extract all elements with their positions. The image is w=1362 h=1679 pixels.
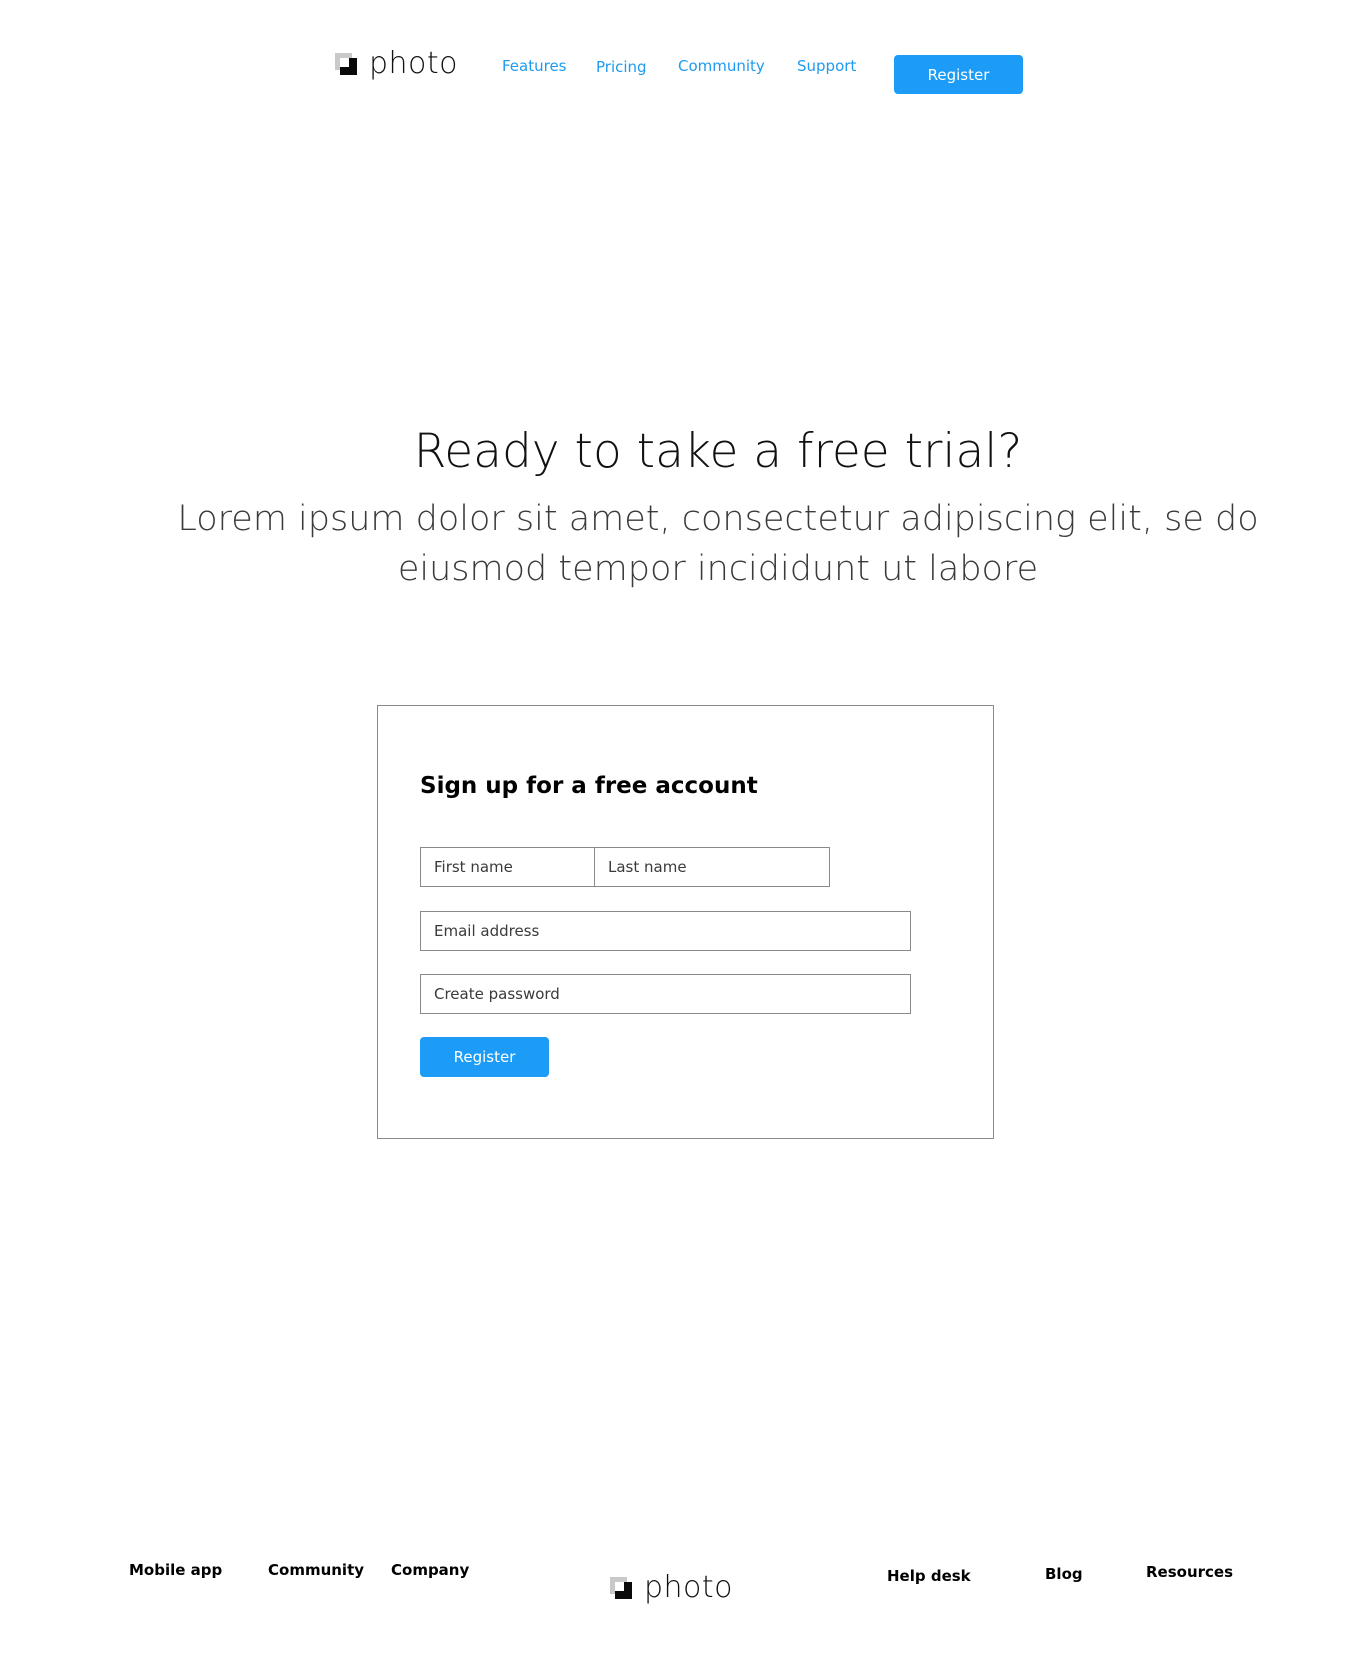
logo-icon (335, 52, 357, 75)
logo-text: photo (369, 46, 459, 81)
nav-link-support[interactable]: Support (797, 57, 856, 75)
last-name-input[interactable] (594, 847, 830, 887)
nav-link-community[interactable]: Community (678, 57, 765, 75)
email-input[interactable] (420, 911, 911, 951)
signup-title: Sign up for a free account (420, 773, 758, 799)
footer-logo[interactable]: photo (610, 1570, 733, 1605)
header-logo[interactable]: photo (335, 46, 458, 81)
site-header: photo Features Pricing Community Support… (0, 0, 1362, 130)
first-name-input[interactable] (420, 847, 595, 887)
logo-icon (610, 1576, 632, 1599)
logo-text: photo (644, 1570, 734, 1605)
hero-subtitle: Lorem ipsum dolor sit amet, consectetur … (177, 499, 1259, 589)
footer-link-mobile-app[interactable]: Mobile app (129, 1561, 222, 1579)
password-input[interactable] (420, 974, 911, 1014)
footer-link-blog[interactable]: Blog (1045, 1565, 1083, 1583)
footer-link-help-desk[interactable]: Help desk (887, 1567, 971, 1585)
footer-link-community[interactable]: Community (268, 1561, 364, 1579)
signup-card: Sign up for a free account Register (377, 705, 994, 1139)
header-register-button[interactable]: Register (894, 55, 1023, 94)
footer-link-company[interactable]: Company (391, 1561, 469, 1579)
nav-link-features[interactable]: Features (502, 57, 567, 75)
hero-title: Ready to take a free trial? (413, 424, 1023, 479)
footer-link-resources[interactable]: Resources (1146, 1563, 1233, 1581)
nav-link-pricing[interactable]: Pricing (596, 58, 647, 76)
signup-register-button[interactable]: Register (420, 1037, 549, 1077)
